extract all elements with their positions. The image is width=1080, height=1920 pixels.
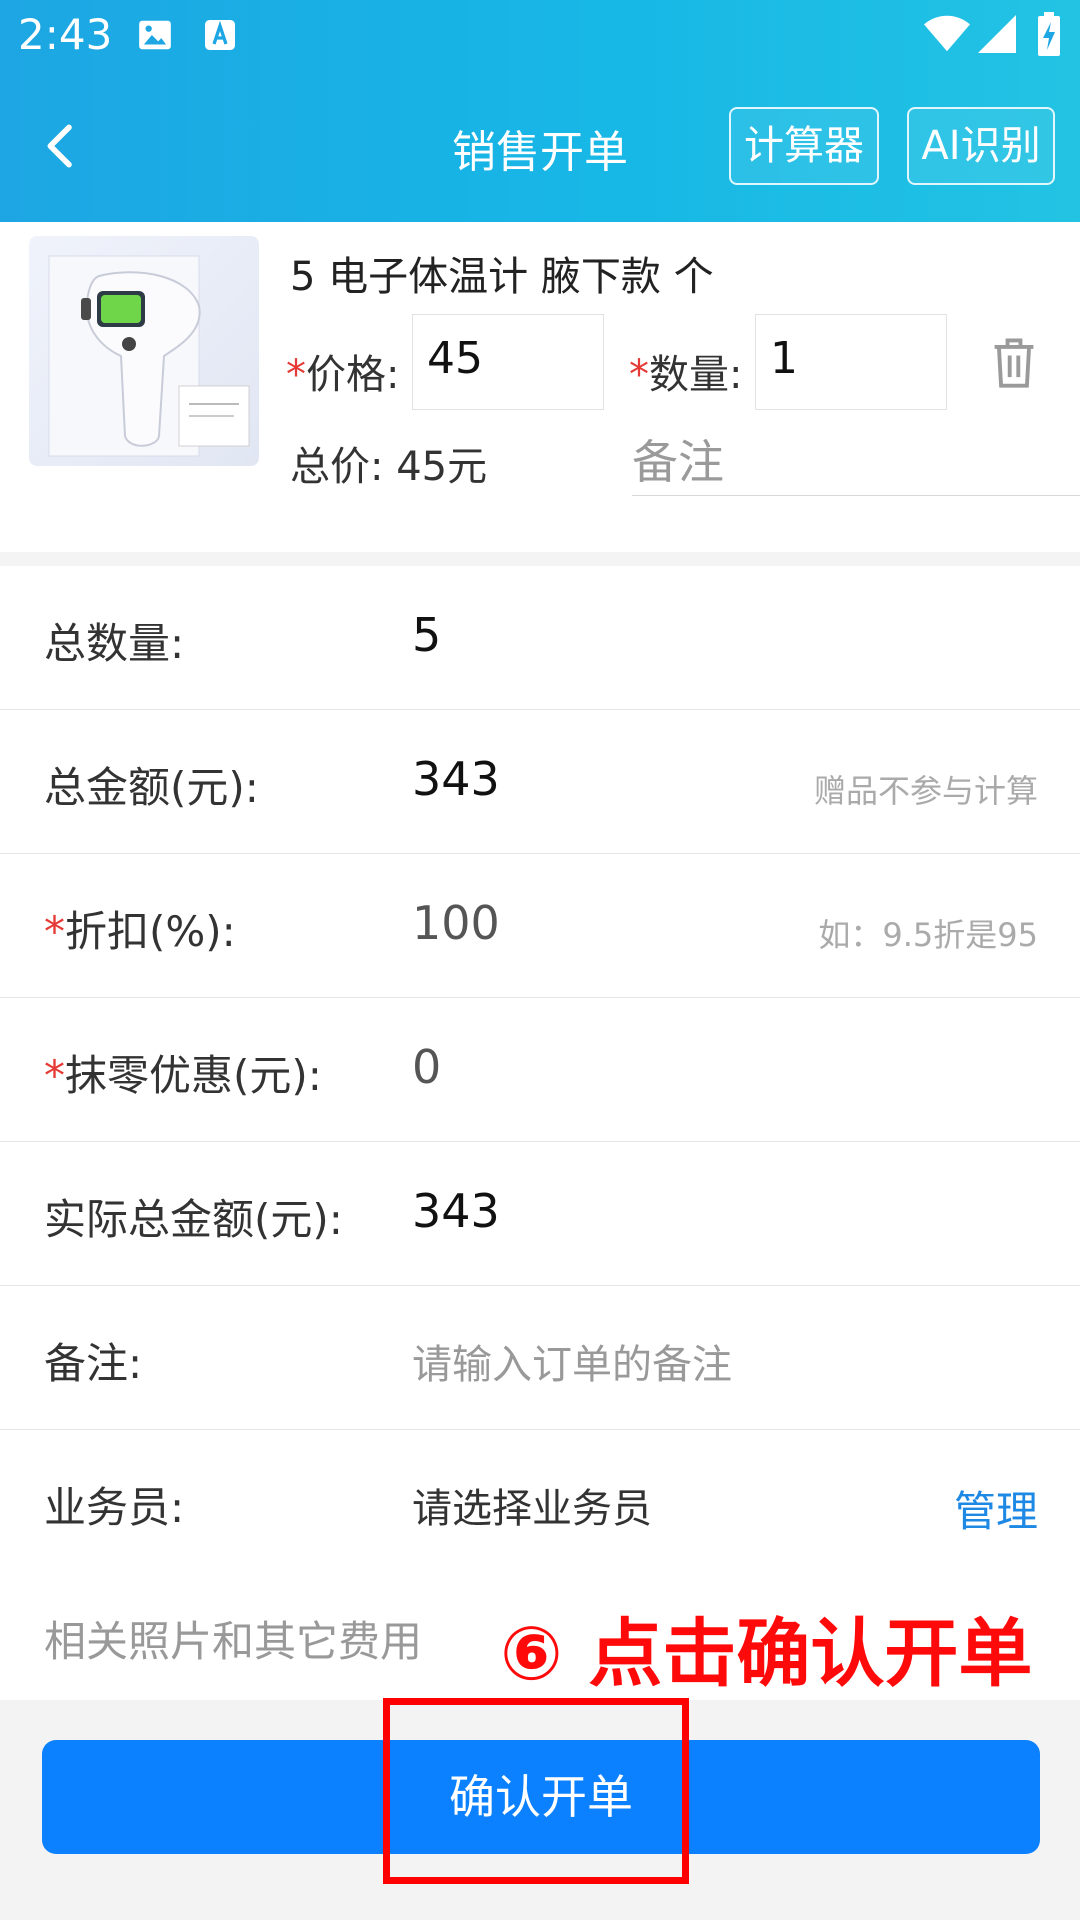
status-time: 2:43 [18, 10, 113, 59]
salesperson-label: 业务员: [44, 1483, 185, 1532]
remark-input[interactable]: 请输入订单的备注 [412, 1332, 732, 1390]
rounding-row: *抹零优惠(元): 0 [0, 998, 1080, 1142]
price-label: *价格: [286, 352, 400, 398]
rounding-input[interactable]: 0 [412, 1040, 441, 1094]
discount-row: *折扣(%): 100 如：9.5折是95 [0, 854, 1080, 998]
total-amount-row: 总金额(元): 343 赠品不参与计算 [0, 710, 1080, 854]
quantity-input[interactable]: 1 [755, 314, 947, 410]
product-note-input[interactable]: 备注 [632, 426, 1080, 496]
tutorial-annotation: ⑥ 点击确认开单 [500, 1611, 1033, 1697]
price-input[interactable]: 45 [412, 314, 604, 410]
calculator-button[interactable]: 计算器 [729, 107, 879, 185]
photos-label[interactable]: 相关照片和其它费用 [44, 1608, 422, 1669]
product-name: 5 电子体温计 腋下款 个 [290, 254, 714, 300]
font-notification-icon [202, 16, 238, 58]
actual-total-label: 实际总金额(元): [44, 1195, 343, 1244]
rounding-label: *抹零优惠(元): [44, 1051, 322, 1100]
status-bar: 2:43 [0, 0, 1080, 72]
product-image [29, 236, 259, 466]
discount-hint: 如：9.5折是95 [818, 916, 1038, 954]
wifi-icon [924, 14, 970, 58]
total-quantity-value: 5 [412, 608, 442, 662]
signal-icon [978, 14, 1016, 58]
quantity-label: *数量: [629, 352, 743, 398]
tutorial-highlight-box [383, 1698, 689, 1884]
total-amount-hint: 赠品不参与计算 [813, 772, 1038, 810]
total-quantity-label: 总数量: [44, 619, 185, 668]
manage-salesperson-link[interactable]: 管理 [954, 1478, 1038, 1539]
trash-icon[interactable] [988, 334, 1040, 390]
battery-charging-icon [1036, 12, 1062, 60]
total-amount-value: 343 [412, 752, 500, 806]
remark-label: 备注: [44, 1339, 143, 1388]
ai-recognize-button[interactable]: AI识别 [907, 107, 1055, 185]
remark-row: 备注: 请输入订单的备注 [0, 1286, 1080, 1430]
product-card: 5 电子体温计 腋下款 个 *价格: 45 *数量: 1 总价: 45元 备注 [0, 222, 1080, 552]
actual-total-row: 实际总金额(元): 343 [0, 1142, 1080, 1286]
total-quantity-row: 总数量: 5 [0, 566, 1080, 710]
discount-label: *折扣(%): [44, 907, 236, 956]
salesperson-row: 业务员: 请选择业务员 管理 [0, 1430, 1080, 1574]
section-divider [0, 552, 1080, 566]
total-amount-label: 总金额(元): [44, 763, 259, 812]
discount-input[interactable]: 100 [412, 896, 500, 950]
app-header: 2:43 销售开单 计算器 AI识别 [0, 0, 1080, 222]
product-total-price: 总价: 45元 [290, 444, 488, 490]
actual-total-value: 343 [412, 1184, 500, 1238]
gallery-notification-icon [136, 16, 174, 58]
title-bar: 销售开单 计算器 AI识别 [0, 96, 1080, 196]
salesperson-select[interactable]: 请选择业务员 [412, 1476, 652, 1534]
